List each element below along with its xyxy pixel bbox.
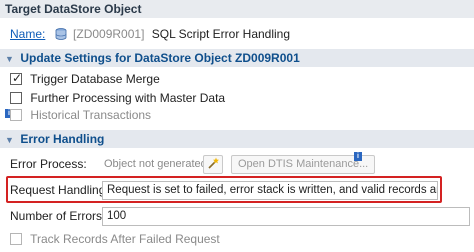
number-of-errors-input[interactable]: 100 (102, 207, 470, 226)
historical-row: Historical Transactions (10, 105, 151, 125)
wand-button[interactable] (203, 155, 223, 174)
name-link[interactable]: Name: (10, 27, 45, 41)
further-processing-checkbox[interactable] (10, 92, 22, 104)
error-process-value: Object not generated (104, 158, 207, 170)
track-records-label: Track Records After Failed Request (30, 232, 220, 246)
error-handling-header[interactable]: ▼ Error Handling (0, 130, 474, 148)
track-records-checkbox (10, 233, 22, 245)
historical-label: Historical Transactions (30, 108, 152, 122)
error-process-label: Error Process: (10, 157, 87, 171)
target-section-header: Target DataStore Object (0, 0, 474, 18)
object-id: [ZD009R001] (73, 27, 145, 41)
update-settings-header[interactable]: ▼ Update Settings for DataStore Object Z… (0, 49, 474, 67)
target-section-title: Target DataStore Object (5, 2, 142, 16)
checkmark-icon: ✓ (12, 71, 23, 85)
database-icon (55, 28, 67, 40)
info-icon: i (354, 152, 362, 161)
object-description: SQL Script Error Handling (151, 27, 291, 41)
request-handling-label: Request Handling: (10, 183, 109, 197)
trigger-merge-row[interactable]: ✓ Trigger Database Merge (10, 69, 160, 89)
trigger-merge-checkbox[interactable]: ✓ (10, 71, 23, 85)
wand-icon (208, 157, 219, 169)
historical-checkbox (10, 109, 22, 121)
track-records-row: Track Records After Failed Request (10, 229, 220, 249)
caret-down-icon: ▼ (5, 54, 14, 64)
update-settings-title: Update Settings for DataStore Object ZD0… (20, 51, 300, 65)
error-handling-title: Error Handling (20, 132, 105, 146)
errors-label: Number of Errors: (10, 209, 106, 223)
name-row: Name: [ZD009R001] SQL Script Error Handl… (10, 24, 290, 44)
trigger-merge-label: Trigger Database Merge (30, 72, 160, 86)
caret-down-icon: ▼ (5, 135, 14, 145)
request-handling-select[interactable]: Request is set to failed, error stack is… (102, 181, 438, 200)
further-processing-label: Further Processing with Master Data (30, 91, 226, 105)
